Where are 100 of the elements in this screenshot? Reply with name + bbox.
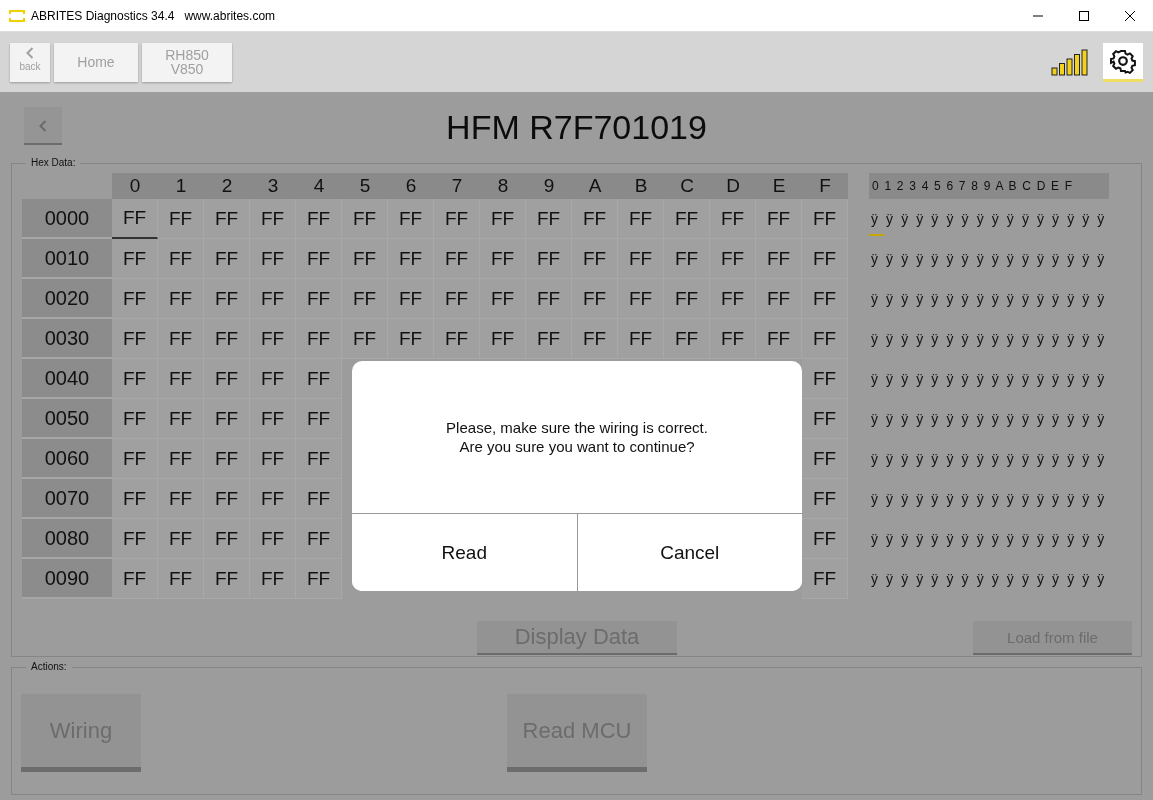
- hex-cell[interactable]: FF: [618, 199, 664, 239]
- hex-cell[interactable]: FF: [710, 319, 756, 359]
- hex-cell[interactable]: FF: [802, 359, 848, 399]
- hex-cell[interactable]: FF: [204, 519, 250, 559]
- hex-cell[interactable]: FF: [664, 239, 710, 279]
- hex-cell[interactable]: FF: [158, 559, 204, 599]
- hex-cell[interactable]: FF: [618, 279, 664, 319]
- hex-cell[interactable]: FF: [296, 199, 342, 239]
- hex-cell[interactable]: FF: [802, 399, 848, 439]
- hex-cell[interactable]: FF: [802, 479, 848, 519]
- settings-button[interactable]: [1103, 42, 1143, 82]
- hex-cell[interactable]: FF: [112, 199, 158, 239]
- hex-cell[interactable]: FF: [112, 519, 158, 559]
- hex-cell[interactable]: FF: [250, 239, 296, 279]
- hex-cell[interactable]: FF: [480, 319, 526, 359]
- hex-cell[interactable]: FF: [710, 239, 756, 279]
- hex-cell[interactable]: FF: [388, 239, 434, 279]
- hex-cell[interactable]: FF: [158, 479, 204, 519]
- hex-cell[interactable]: FF: [296, 319, 342, 359]
- hex-cell[interactable]: FF: [526, 199, 572, 239]
- hex-cell[interactable]: FF: [158, 319, 204, 359]
- hex-cell[interactable]: FF: [112, 439, 158, 479]
- hex-cell[interactable]: FF: [342, 199, 388, 239]
- hex-cell[interactable]: FF: [434, 199, 480, 239]
- hex-cell[interactable]: FF: [112, 359, 158, 399]
- hex-cell[interactable]: FF: [618, 319, 664, 359]
- hex-cell[interactable]: FF: [250, 279, 296, 319]
- hex-cell[interactable]: FF: [296, 279, 342, 319]
- hex-cell[interactable]: FF: [342, 239, 388, 279]
- hex-cell[interactable]: FF: [204, 359, 250, 399]
- hex-cell[interactable]: FF: [204, 239, 250, 279]
- hex-cell[interactable]: FF: [250, 359, 296, 399]
- hex-cell[interactable]: FF: [802, 439, 848, 479]
- hex-cell[interactable]: FF: [664, 319, 710, 359]
- hex-cell[interactable]: FF: [250, 199, 296, 239]
- hex-cell[interactable]: FF: [296, 519, 342, 559]
- hex-cell[interactable]: FF: [250, 479, 296, 519]
- hex-cell[interactable]: FF: [572, 239, 618, 279]
- hex-cell[interactable]: FF: [250, 319, 296, 359]
- hex-cell[interactable]: FF: [112, 479, 158, 519]
- hex-cell[interactable]: FF: [296, 559, 342, 599]
- hex-cell[interactable]: FF: [296, 399, 342, 439]
- hex-cell[interactable]: FF: [158, 439, 204, 479]
- close-icon[interactable]: [1124, 9, 1136, 22]
- hex-cell[interactable]: FF: [112, 279, 158, 319]
- hex-cell[interactable]: FF: [250, 439, 296, 479]
- hex-cell[interactable]: FF: [112, 239, 158, 279]
- hex-cell[interactable]: FF: [480, 239, 526, 279]
- hex-cell[interactable]: FF: [112, 559, 158, 599]
- hex-cell[interactable]: FF: [434, 239, 480, 279]
- hex-cell[interactable]: FF: [204, 279, 250, 319]
- hex-cell[interactable]: FF: [756, 319, 802, 359]
- hex-cell[interactable]: FF: [158, 279, 204, 319]
- hex-cell[interactable]: FF: [204, 319, 250, 359]
- hex-cell[interactable]: FF: [618, 239, 664, 279]
- hex-cell[interactable]: FF: [112, 399, 158, 439]
- hex-cell[interactable]: FF: [342, 279, 388, 319]
- hex-cell[interactable]: FF: [480, 279, 526, 319]
- hex-cell[interactable]: FF: [664, 279, 710, 319]
- hex-cell[interactable]: FF: [802, 279, 848, 319]
- hex-cell[interactable]: FF: [802, 559, 848, 599]
- hex-cell[interactable]: FF: [526, 279, 572, 319]
- hex-cell[interactable]: FF: [526, 239, 572, 279]
- hex-cell[interactable]: FF: [296, 239, 342, 279]
- hex-cell[interactable]: FF: [572, 319, 618, 359]
- hex-cell[interactable]: FF: [158, 359, 204, 399]
- maximize-icon[interactable]: [1078, 9, 1090, 22]
- hex-cell[interactable]: FF: [710, 279, 756, 319]
- hex-cell[interactable]: FF: [250, 519, 296, 559]
- hex-cell[interactable]: FF: [204, 479, 250, 519]
- hex-cell[interactable]: FF: [112, 319, 158, 359]
- hex-cell[interactable]: FF: [204, 199, 250, 239]
- hex-cell[interactable]: FF: [756, 199, 802, 239]
- hex-cell[interactable]: FF: [802, 319, 848, 359]
- hex-cell[interactable]: FF: [434, 319, 480, 359]
- hex-cell[interactable]: FF: [204, 439, 250, 479]
- hex-cell[interactable]: FF: [158, 519, 204, 559]
- hex-cell[interactable]: FF: [296, 479, 342, 519]
- hex-cell[interactable]: FF: [296, 359, 342, 399]
- hex-cell[interactable]: FF: [802, 239, 848, 279]
- hex-cell[interactable]: FF: [572, 279, 618, 319]
- hex-cell[interactable]: FF: [158, 239, 204, 279]
- hex-cell[interactable]: FF: [802, 519, 848, 559]
- hex-cell[interactable]: FF: [296, 439, 342, 479]
- hex-cell[interactable]: FF: [388, 199, 434, 239]
- hex-cell[interactable]: FF: [802, 199, 848, 239]
- chevron-left-icon[interactable]: [26, 46, 34, 59]
- hex-cell[interactable]: FF: [204, 399, 250, 439]
- dialog-button[interactable]: Cancel: [576, 514, 802, 591]
- hex-cell[interactable]: FF: [388, 279, 434, 319]
- hex-cell[interactable]: FF: [158, 399, 204, 439]
- hex-cell[interactable]: FF: [434, 279, 480, 319]
- hex-cell[interactable]: FF: [526, 319, 572, 359]
- hex-cell[interactable]: FF: [572, 199, 618, 239]
- hex-cell[interactable]: FF: [250, 399, 296, 439]
- hex-cell[interactable]: FF: [204, 559, 250, 599]
- hex-cell[interactable]: FF: [158, 199, 204, 239]
- hex-cell[interactable]: FF: [756, 239, 802, 279]
- hex-cell[interactable]: FF: [250, 559, 296, 599]
- hex-cell[interactable]: FF: [664, 199, 710, 239]
